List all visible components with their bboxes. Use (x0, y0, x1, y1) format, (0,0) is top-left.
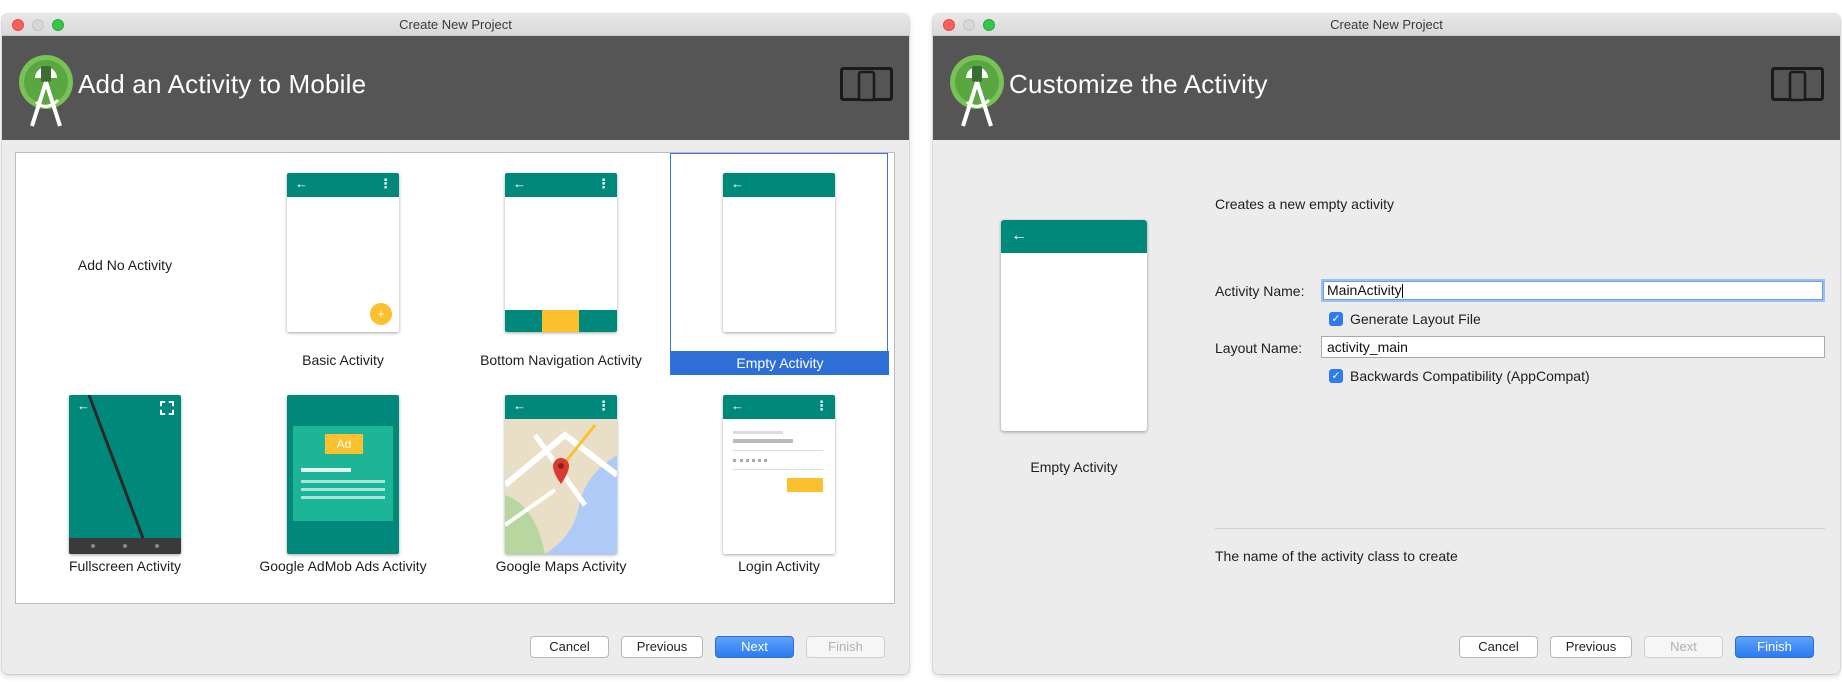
window-titlebar: Create New Project (933, 14, 1840, 36)
activity-name-field[interactable]: MainActivity (1321, 279, 1825, 302)
android-studio-logo-icon (950, 55, 1004, 127)
preview-caption: Empty Activity (1030, 459, 1118, 475)
activity-option-label: Google AdMob Ads Activity (259, 558, 427, 574)
activity-name-label: Activity Name: (1215, 283, 1305, 299)
fullscreen-icon (160, 401, 174, 415)
activity-option-label: Add No Activity (77, 257, 173, 273)
overflow-menu-icon: ⋮ (815, 398, 828, 413)
overflow-menu-icon: ⋮ (379, 176, 392, 191)
activity-option-none[interactable]: Add No Activity (16, 153, 234, 375)
activity-preview: ← (1001, 220, 1147, 431)
layout-name-label: Layout Name: (1215, 340, 1303, 356)
next-button[interactable]: Next (1644, 636, 1723, 658)
generate-layout-checkbox-icon[interactable]: ✓ (1329, 312, 1343, 326)
window-controls (12, 19, 64, 31)
activity-option-admob[interactable]: Ad Google AdMob Ads Activity (234, 375, 452, 597)
cancel-button[interactable]: Cancel (1459, 636, 1538, 658)
wizard-banner: Customize the Activity (933, 36, 1840, 140)
activity-name-value: MainActivity (1327, 282, 1402, 298)
activity-option-fullscreen[interactable]: ← Fullscreen Activity (16, 375, 234, 597)
wizard-banner: Add an Activity to Mobile (2, 36, 909, 140)
map-pin-icon (553, 458, 569, 484)
window-titlebar: Create New Project (2, 14, 909, 36)
close-window-button[interactable] (12, 19, 24, 31)
back-arrow-icon: ← (1011, 227, 1027, 244)
thumbnail-appbar: ← ⋮ (287, 173, 399, 197)
activity-option-label: Empty Activity (671, 351, 889, 375)
activity-gallery[interactable]: Add No Activity ← ⋮ + Basic Activity ← ⋮ (15, 152, 895, 604)
thumbnail-appbar: ← ⋮ (723, 395, 835, 419)
activity-option-label: Fullscreen Activity (68, 558, 182, 574)
banner-title: Add an Activity to Mobile (78, 69, 367, 99)
zoom-window-button[interactable] (983, 19, 995, 31)
thumbnail-appbar: ← (723, 173, 835, 197)
activity-option-label: Google Maps Activity (495, 558, 627, 574)
divider (1215, 528, 1825, 529)
activity-option-google-maps[interactable]: ← ⋮ Google Maps Activity (452, 375, 670, 597)
back-arrow-icon: ← (731, 398, 744, 413)
fab-add-icon: + (370, 303, 392, 325)
previous-button[interactable]: Previous (621, 636, 703, 658)
back-arrow-icon: ← (731, 176, 744, 191)
next-button[interactable]: Next (715, 636, 794, 658)
activity-thumbnail: ← ⋮ + (287, 173, 399, 332)
activity-option-label: Basic Activity (302, 352, 384, 368)
layout-name-field[interactable]: activity_main (1321, 336, 1825, 358)
help-text: The name of the activity class to create (1215, 548, 1458, 564)
ad-card: Ad (293, 426, 393, 521)
back-arrow-icon: ← (513, 398, 526, 413)
activity-option-label: Bottom Navigation Activity (480, 352, 642, 368)
back-arrow-icon: ← (513, 176, 526, 191)
back-arrow-icon: ← (295, 176, 308, 191)
finish-button[interactable]: Finish (806, 636, 885, 658)
overflow-menu-icon: ⋮ (597, 398, 610, 413)
generate-layout-label: Generate Layout File (1350, 311, 1481, 327)
backwards-compat-label: Backwards Compatibility (AppCompat) (1350, 368, 1590, 384)
minimize-window-button[interactable] (963, 19, 975, 31)
fullscreen-preview (69, 395, 181, 554)
activity-thumbnail: Ad (287, 395, 399, 554)
activity-option-bottom-navigation[interactable]: ← ⋮ Bottom Navigation Activity (452, 153, 670, 375)
activity-thumbnail: ← ⋮ (505, 395, 617, 554)
close-window-button[interactable] (943, 19, 955, 31)
window-controls (943, 19, 995, 31)
backwards-compat-checkbox-icon[interactable]: ✓ (1329, 369, 1343, 383)
activity-thumbnail: ← ⋮ (505, 173, 617, 332)
back-arrow-icon: ← (77, 398, 90, 413)
cancel-button[interactable]: Cancel (530, 636, 609, 658)
activity-option-label: Login Activity (738, 558, 820, 574)
activity-thumbnail: ← (723, 173, 835, 332)
activity-description: Creates a new empty activity (1215, 196, 1394, 212)
preview-appbar: ← (1001, 220, 1147, 253)
zoom-window-button[interactable] (52, 19, 64, 31)
ad-badge: Ad (325, 434, 363, 454)
bottom-navigation-bar (505, 310, 617, 332)
window-title: Create New Project (399, 17, 512, 32)
text-cursor (1401, 284, 1403, 299)
android-studio-logo-icon (19, 55, 73, 127)
device-icon (1771, 67, 1824, 102)
activity-option-basic[interactable]: ← ⋮ + Basic Activity (234, 153, 452, 375)
activity-thumbnail: ← (69, 395, 181, 554)
minimize-window-button[interactable] (32, 19, 44, 31)
create-project-window-customize: Create New Project Customize the Activit… (933, 14, 1840, 674)
layout-name-value: activity_main (1327, 339, 1408, 355)
previous-button[interactable]: Previous (1550, 636, 1632, 658)
finish-button[interactable]: Finish (1735, 636, 1814, 658)
activity-thumbnail: ← ⋮ (723, 395, 835, 554)
overflow-menu-icon: ⋮ (597, 176, 610, 191)
activity-option-login[interactable]: ← ⋮ Login Activity (670, 375, 888, 597)
activity-option-empty-selected[interactable]: ← Empty Activity (670, 153, 889, 375)
device-icon (840, 67, 893, 102)
window-title: Create New Project (1330, 17, 1443, 32)
thumbnail-appbar: ← ⋮ (505, 173, 617, 197)
create-project-window-activity-gallery: Create New Project Add an Activity to Mo… (2, 14, 909, 674)
banner-title: Customize the Activity (1009, 69, 1268, 99)
